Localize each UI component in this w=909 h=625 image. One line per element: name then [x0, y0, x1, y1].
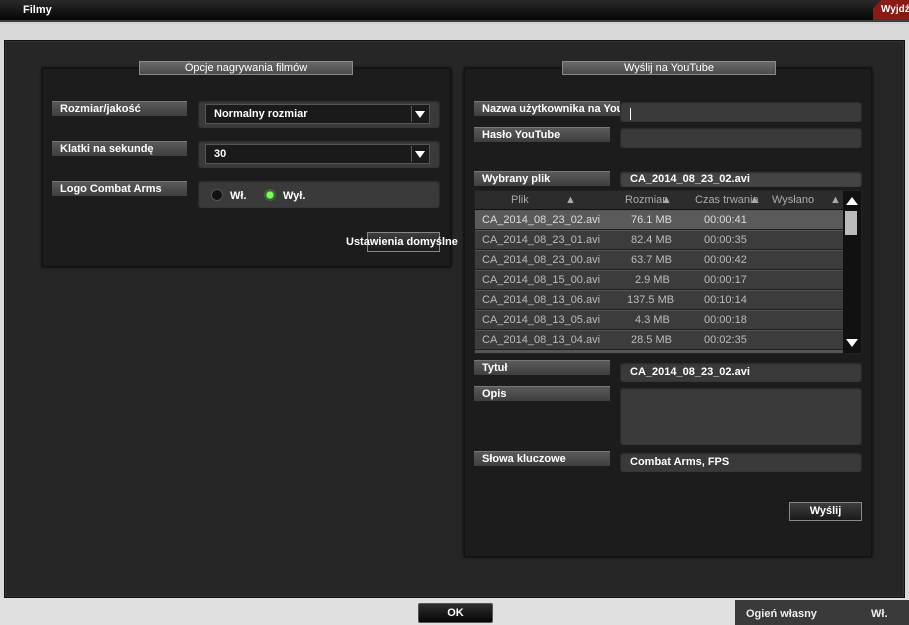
window-title: Filmy: [23, 4, 52, 16]
table-scrollbar[interactable]: [843, 191, 861, 353]
cell-file: CA_2014_08_23_01.avi: [482, 234, 601, 246]
friendly-fire-label: Ogień własny: [746, 608, 817, 620]
friendly-fire-status: Ogień własny Wł.: [735, 600, 909, 625]
cell-file: CA_2014_08_13_05.avi: [482, 314, 601, 326]
sort-icon[interactable]: ▲▼: [749, 191, 760, 225]
cell-duration: 00:00:35: [704, 234, 747, 246]
cell-size: 63.7 MB: [631, 254, 672, 266]
selected-file-value: CA_2014_08_23_02.avi: [630, 173, 750, 185]
defaults-button-label: Ustawienia domyślne: [346, 236, 458, 248]
title-bar: Filmy Wyjdź: [0, 0, 909, 22]
selected-file-label: Wybrany plik: [474, 171, 610, 186]
description-label: Opis: [474, 386, 610, 401]
cell-file: CA_2014_08_15_00.avi: [482, 274, 601, 286]
cell-size: 2.9 MB: [635, 274, 670, 286]
cell-duration: 00:00:18: [704, 314, 747, 326]
password-input[interactable]: [620, 127, 862, 148]
username-input[interactable]: [620, 101, 862, 122]
chevron-down-icon[interactable]: [411, 106, 427, 122]
scroll-up-icon[interactable]: [846, 197, 858, 205]
cell-duration: 00:00:41: [704, 214, 747, 226]
table-header: Plik ▲▼ Rozmiar ▲▼ Czas trwania ▲▼ Wysła…: [475, 191, 843, 225]
ok-button-label: OK: [447, 607, 464, 619]
send-button[interactable]: Wyślij: [789, 502, 862, 521]
logo-label: Logo Combat Arms: [52, 181, 187, 196]
table-row[interactable]: CA_2014_08_23_00.avi 63.7 MB 00:00:42: [475, 251, 843, 270]
cell-size: 76.1 MB: [631, 214, 672, 226]
keywords-label: Słowa kluczowe: [474, 451, 610, 466]
title-value: CA_2014_08_23_02.avi: [630, 366, 750, 378]
keywords-input[interactable]: Combat Arms, FPS: [620, 452, 862, 472]
description-input[interactable]: [620, 387, 862, 445]
fps-label: Klatki na sekundę: [52, 141, 187, 156]
size-select[interactable]: Normalny rozmiar: [205, 104, 430, 124]
table-row[interactable]: CA_2014_08_23_01.avi 82.4 MB 00:00:35: [475, 231, 843, 250]
password-label: Hasło YouTube: [474, 127, 610, 142]
keywords-value: Combat Arms, FPS: [630, 456, 730, 468]
title-input[interactable]: CA_2014_08_23_02.avi: [620, 362, 862, 382]
logo-on-radio[interactable]: [211, 189, 223, 201]
cell-file: CA_2014_08_23_02.avi: [482, 214, 601, 226]
exit-button-label: Wyjdź: [881, 4, 909, 15]
cell-size: 4.3 MB: [635, 314, 670, 326]
column-header-sent-label: Wysłano: [772, 194, 815, 206]
fps-select[interactable]: 30: [205, 144, 430, 164]
youtube-header: Wyślij na YouTube: [562, 61, 776, 75]
cell-file: CA_2014_08_23_00.avi: [482, 254, 601, 266]
column-header-sent[interactable]: Wysłano: [772, 191, 814, 210]
cell-size: 137.5 MB: [627, 294, 675, 306]
table-row[interactable]: CA_2014_08_13_05.avi 4.3 MB 00:00:18: [475, 311, 843, 330]
file-table: Plik ▲▼ Rozmiar ▲▼ Czas trwania ▲▼ Wysła…: [474, 190, 862, 354]
cell-size: 28.5 MB: [631, 334, 672, 346]
scroll-thumb[interactable]: [845, 211, 857, 235]
cell-file: CA_2014_08_13_04.avi: [482, 334, 601, 346]
table-row[interactable]: CA_2014_08_13_06.avi 137.5 MB 00:10:14: [475, 291, 843, 310]
exit-button[interactable]: Wyjdź: [873, 0, 909, 20]
friendly-fire-value: Wł.: [871, 608, 888, 620]
table-row[interactable]: CA_2014_08_23_02.avi 76.1 MB 00:00:41: [475, 211, 843, 230]
cell-duration: 00:10:14: [704, 294, 747, 306]
cell-duration: 00:00:17: [704, 274, 747, 286]
cell-duration: 00:02:35: [704, 334, 747, 346]
recording-options-header: Opcje nagrywania filmów: [139, 61, 353, 75]
logo-on-label: Wł.: [230, 190, 247, 202]
logo-off-radio[interactable]: [264, 189, 276, 201]
table-row[interactable]: CA_2014_08_15_00.avi 2.9 MB 00:00:17: [475, 271, 843, 290]
movies-window: Filmy Wyjdź Opcje nagrywania filmów Rozm…: [0, 0, 909, 625]
fps-select-value: 30: [214, 148, 227, 160]
selected-file-field: CA_2014_08_23_02.avi: [620, 171, 862, 187]
chevron-down-icon[interactable]: [411, 146, 427, 162]
logo-off-label: Wył.: [283, 190, 306, 202]
sort-icon[interactable]: ▲▼: [661, 191, 672, 225]
table-row[interactable]: CA_2014_08_13_04.avi 28.5 MB 00:02:35: [475, 331, 843, 350]
column-header-file[interactable]: Plik: [511, 191, 529, 210]
title-label: Tytuł: [474, 360, 610, 375]
ok-button[interactable]: OK: [418, 603, 493, 623]
send-button-label: Wyślij: [809, 505, 842, 517]
text-cursor: [630, 108, 631, 120]
cell-duration: 00:00:42: [704, 254, 747, 266]
column-header-file-label: Plik: [511, 194, 529, 206]
scroll-down-icon[interactable]: [846, 339, 858, 347]
column-header-size-label: Rozmiar: [625, 194, 666, 206]
cell-size: 82.4 MB: [631, 234, 672, 246]
size-select-value: Normalny rozmiar: [214, 108, 308, 120]
size-label: Rozmiar/jakość: [52, 101, 187, 116]
sort-icon[interactable]: ▲▼: [830, 191, 841, 225]
cell-file: CA_2014_08_13_06.avi: [482, 294, 601, 306]
sort-icon[interactable]: ▲▼: [565, 191, 576, 225]
username-label: Nazwa użytkownika na YouTube: [474, 101, 620, 116]
